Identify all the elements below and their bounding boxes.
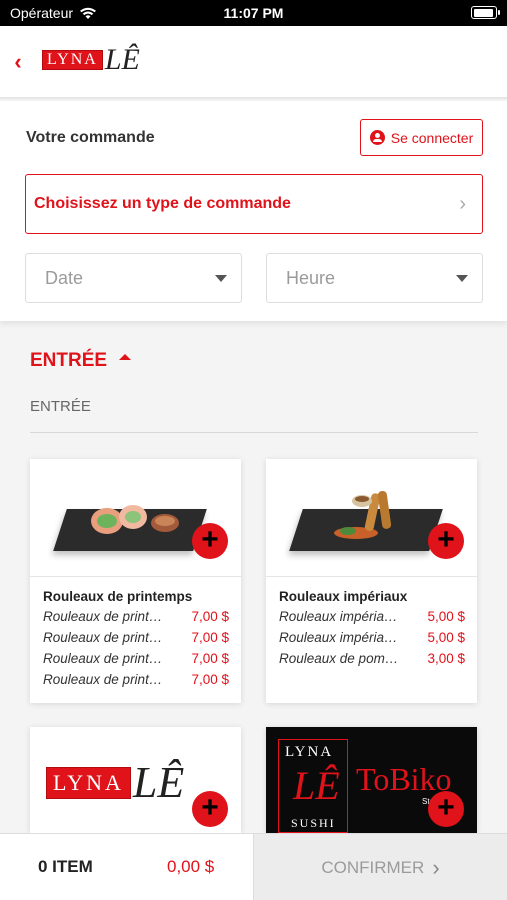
menu-card-lynale[interactable]: LYNA LÊ + <box>30 727 241 833</box>
item-price: 5,00 $ <box>427 609 465 624</box>
item-name: Rouleaux impéria… <box>279 630 398 645</box>
item-name: Rouleaux de print… <box>43 651 163 666</box>
price-row[interactable]: Rouleaux impéria… 5,00 $ <box>279 630 465 651</box>
logo-le-text: LÊ <box>293 763 340 808</box>
logo-bottom-text: SUSHI <box>291 816 336 830</box>
cart-total: 0,00 $ <box>167 857 215 876</box>
category-header[interactable]: ENTRÉE <box>30 350 132 372</box>
item-price: 7,00 $ <box>191 651 229 666</box>
cart-bar: 0 ITEM 0,00 $ CONFIRMER › <box>0 833 507 900</box>
chevron-right-icon: › <box>459 193 466 215</box>
add-item-button[interactable]: + <box>428 791 464 827</box>
item-price: 3,00 $ <box>427 651 465 666</box>
date-placeholder: Date <box>45 267 84 288</box>
status-time: 11:07 PM <box>223 5 284 21</box>
add-item-button[interactable]: + <box>192 791 228 827</box>
login-label: Se connecter <box>390 129 474 146</box>
category-subtitle: ENTRÉE <box>30 398 91 415</box>
restaurant-logo: LYNA LÊ <box>42 40 140 80</box>
logo-box-text: LYNA <box>42 50 103 70</box>
egg-roll-image <box>334 491 392 539</box>
category-title: ENTRÉE <box>30 350 108 371</box>
hour-placeholder: Heure <box>286 267 336 288</box>
status-bar: Opérateur 11:07 PM <box>0 0 507 26</box>
tobiko-logo-image: LYNA LÊ SUSHI <box>278 739 348 833</box>
item-name: Rouleaux de pom… <box>279 651 399 666</box>
price-row[interactable]: Rouleaux de print… 7,00 $ <box>43 630 229 651</box>
menu-card-imperiaux[interactable]: + Rouleaux impériaux Rouleaux impéria… 5,… <box>266 459 477 703</box>
spring-roll-image <box>91 505 179 534</box>
order-title: Votre commande <box>26 129 155 146</box>
chevron-right-icon: › <box>432 854 440 880</box>
item-price: 5,00 $ <box>427 630 465 645</box>
cart-count: 0 ITEM <box>38 857 93 876</box>
caret-down-icon <box>456 275 468 282</box>
divider <box>30 432 478 433</box>
menu-card-printemps[interactable]: + Rouleaux de printemps Rouleaux de prin… <box>30 459 241 703</box>
dish-image <box>30 459 241 577</box>
card-title: Rouleaux impériaux <box>279 589 408 604</box>
lynale-logo-image: LYNA LÊ <box>46 757 184 808</box>
order-type-label: Choisissez un type de commande <box>34 195 291 212</box>
price-row[interactable]: Rouleaux impéria… 5,00 $ <box>279 609 465 630</box>
price-row[interactable]: Rouleaux de print… 7,00 $ <box>43 651 229 672</box>
back-icon[interactable]: ‹ <box>8 49 28 74</box>
confirm-button[interactable]: CONFIRMER › <box>253 834 507 900</box>
item-name: Rouleaux de print… <box>43 609 163 624</box>
price-row[interactable]: Rouleaux de print… 7,00 $ <box>43 672 229 693</box>
order-type-select[interactable]: Choisissez un type de commande › <box>25 174 483 234</box>
caret-up-icon <box>119 354 132 360</box>
logo-le-text: LÊ <box>132 758 185 807</box>
item-price: 7,00 $ <box>191 672 229 687</box>
nav-bar: ‹ LYNA LÊ <box>0 26 507 99</box>
price-row[interactable]: Rouleaux de pom… 3,00 $ <box>279 651 465 672</box>
user-icon <box>369 130 385 145</box>
price-list: Rouleaux impéria… 5,00 $ Rouleaux impéria… <box>279 609 465 672</box>
card-title: Rouleaux de printemps <box>43 589 193 604</box>
order-panel: Votre commande Se connecter Choisissez u… <box>0 101 507 321</box>
logo-le-text: LÊ <box>104 43 140 76</box>
logo-box-text: LYNA <box>46 766 131 799</box>
add-item-button[interactable]: + <box>428 523 464 559</box>
caret-down-icon <box>215 275 227 282</box>
item-price: 7,00 $ <box>191 630 229 645</box>
login-button[interactable]: Se connecter <box>360 119 483 156</box>
item-name: Rouleaux de print… <box>43 630 163 645</box>
hour-picker[interactable]: Heure <box>266 253 483 303</box>
add-item-button[interactable]: + <box>192 523 228 559</box>
menu-card-tobiko[interactable]: LYNA LÊ SUSHI ToBiko Steak & S + <box>266 727 477 833</box>
item-name: Rouleaux de print… <box>43 672 163 687</box>
logo-top-text: LYNA <box>285 744 334 760</box>
confirm-label: CONFIRMER <box>321 857 425 877</box>
date-picker[interactable]: Date <box>25 253 242 303</box>
dish-image <box>266 459 477 577</box>
item-name: Rouleaux impéria… <box>279 609 398 624</box>
price-list: Rouleaux de print… 7,00 $ Rouleaux de pri… <box>43 609 229 693</box>
item-price: 7,00 $ <box>191 609 229 624</box>
price-row[interactable]: Rouleaux de print… 7,00 $ <box>43 609 229 630</box>
battery-icon <box>471 6 500 19</box>
